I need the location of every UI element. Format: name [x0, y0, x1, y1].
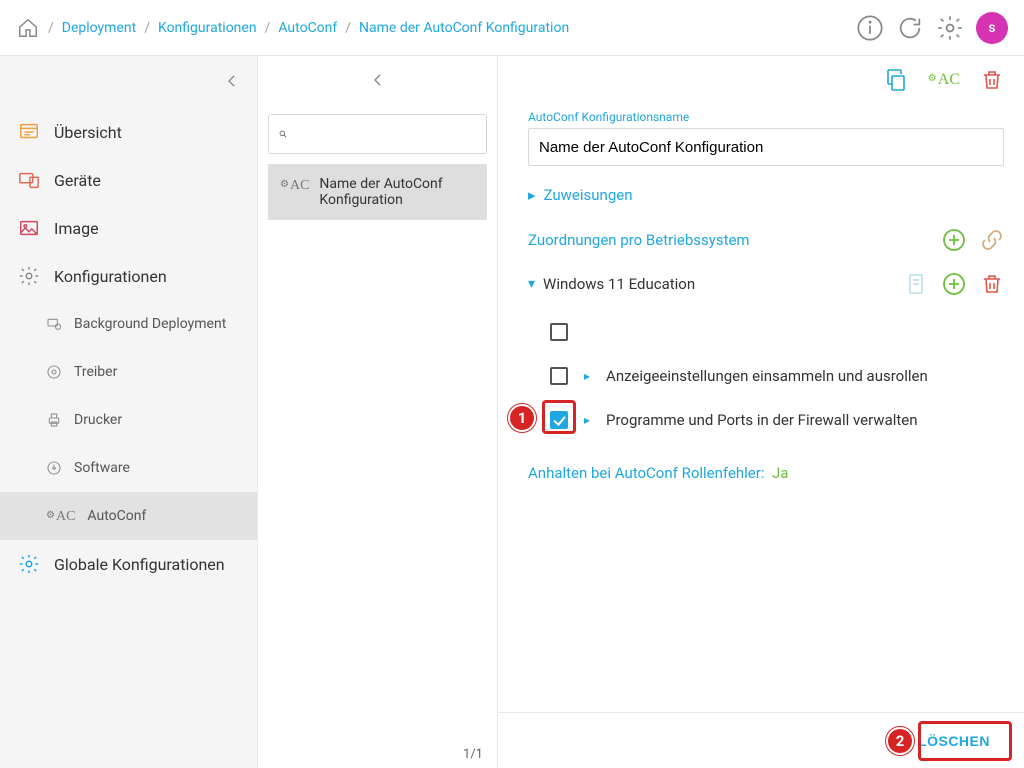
name-input[interactable]	[528, 128, 1004, 166]
halt-on-error-label: Anhalten bei AutoConf Rollenfehler:	[528, 464, 764, 482]
sidebar-collapse-icon[interactable]	[223, 72, 241, 94]
info-icon[interactable]	[856, 14, 884, 42]
sidebar-item-configurations[interactable]: Konfigurationen	[0, 252, 257, 300]
breadcrumb-sep: /	[265, 20, 271, 36]
callout-box-2	[918, 721, 1012, 761]
doc-icon[interactable]	[904, 272, 928, 296]
role-item: ▸ Anzeigeeinstellungen einsammeln und au…	[550, 354, 1004, 398]
sidebar-item-label: Image	[54, 219, 99, 238]
sidebar-sub-label: Background Deployment	[74, 316, 226, 332]
role-item: 1 ▸ Programme und Ports in der Firewall …	[550, 398, 1004, 442]
sidebar-item-label: Übersicht	[54, 123, 122, 142]
sidebar-sub-label: Treiber	[74, 364, 117, 380]
sidebar-item-devices[interactable]: Geräte	[0, 156, 257, 204]
chevron-right-icon[interactable]: ▸	[584, 413, 590, 427]
os-collapse-icon[interactable]: ▾	[528, 276, 535, 292]
sidebar-sub-drivers[interactable]: Treiber	[0, 348, 257, 396]
breadcrumb-deployment[interactable]: Deployment	[62, 20, 136, 36]
per-os-heading[interactable]: Zuordnungen pro Betriebssystem	[528, 231, 942, 249]
role-item-label: Programme und Ports in der Firewall verw…	[606, 411, 918, 429]
copy-icon[interactable]	[884, 68, 908, 92]
new-autoconf-icon[interactable]: AC	[928, 71, 960, 89]
gear-icon[interactable]	[936, 14, 964, 42]
sidebar-sub-autoconf[interactable]: AC AutoConf	[0, 492, 257, 540]
breadcrumb-sep: /	[48, 20, 54, 36]
role-list: ▸ Anzeigeeinstellungen einsammeln und au…	[550, 310, 1004, 442]
halt-on-error-row: Anhalten bei AutoConf Rollenfehler: Ja	[528, 464, 1004, 482]
configurations-icon	[18, 265, 40, 287]
devices-icon	[18, 169, 40, 191]
breadcrumb: / Deployment / Konfigurationen / AutoCon…	[16, 16, 848, 40]
autoconf-icon: AC	[280, 178, 309, 194]
drivers-icon	[46, 364, 62, 380]
breadcrumb-autoconf[interactable]: AutoConf	[278, 20, 337, 36]
search-input[interactable]	[295, 126, 476, 142]
breadcrumb-configurations[interactable]: Konfigurationen	[158, 20, 257, 36]
refresh-icon[interactable]	[896, 14, 924, 42]
sidebar-sub-label: Software	[74, 460, 130, 476]
breadcrumb-sep: /	[345, 20, 351, 36]
search-icon	[279, 127, 287, 141]
breadcrumb-current[interactable]: Name der AutoConf Konfiguration	[359, 20, 569, 36]
sidebar-item-label: Geräte	[54, 171, 101, 190]
add-role-icon[interactable]	[942, 272, 966, 296]
sidebar-item-image[interactable]: Image	[0, 204, 257, 252]
chevron-right-icon: ▸	[528, 186, 536, 204]
callout-badge-1: 1	[508, 404, 536, 432]
topbar: / Deployment / Konfigurationen / AutoCon…	[0, 0, 1024, 56]
sidebar-sub-background-deployment[interactable]: Background Deployment	[0, 300, 257, 348]
sidebar-item-global-config[interactable]: Globale Konfigurationen	[0, 540, 257, 588]
autoconf-icon: AC	[46, 509, 75, 525]
topbar-actions: s	[856, 12, 1008, 44]
detail-toolbar: AC	[498, 56, 1024, 104]
image-icon	[18, 217, 40, 239]
breadcrumb-sep: /	[144, 20, 150, 36]
sidebar: Übersicht Geräte Image Konfigurationen B…	[0, 56, 258, 768]
list-column: AC Name der AutoConf Konfiguration 1/1	[258, 56, 498, 768]
software-icon	[46, 460, 62, 476]
role-checkbox[interactable]	[550, 367, 568, 385]
callout-badge-2: 2	[886, 727, 914, 755]
list-back-icon[interactable]	[258, 56, 497, 104]
callout-box-1	[542, 400, 576, 434]
sidebar-sub-label: AutoConf	[87, 508, 146, 524]
sidebar-sub-printers[interactable]: Drucker	[0, 396, 257, 444]
search-box[interactable]	[268, 114, 487, 154]
sidebar-sub-software[interactable]: Software	[0, 444, 257, 492]
detail-panel: AC AutoConf Konfigurationsname ▸ Zuweisu…	[498, 56, 1024, 768]
detail-footer: 2 LÖSCHEN	[498, 712, 1024, 768]
trash-icon[interactable]	[980, 68, 1004, 92]
sidebar-item-label: Globale Konfigurationen	[54, 555, 225, 574]
list-item-label: Name der AutoConf Konfiguration	[319, 176, 475, 208]
add-os-icon[interactable]	[942, 228, 966, 252]
delete-os-icon[interactable]	[980, 272, 1004, 296]
role-item-label: Anzeigeeinstellungen einsammeln und ausr…	[606, 367, 928, 385]
role-checkbox[interactable]	[550, 323, 568, 341]
pager: 1/1	[463, 747, 483, 762]
role-item	[550, 310, 1004, 354]
sidebar-item-label: Konfigurationen	[54, 267, 167, 286]
name-field-label: AutoConf Konfigurationsname	[528, 110, 1004, 124]
os-name: Windows 11 Education	[543, 275, 904, 293]
chevron-right-icon[interactable]: ▸	[584, 369, 590, 383]
halt-on-error-value: Ja	[772, 464, 788, 482]
overview-icon	[18, 121, 40, 143]
list-item[interactable]: AC Name der AutoConf Konfiguration	[268, 164, 487, 220]
assignments-toggle[interactable]: ▸ Zuweisungen	[528, 186, 1004, 204]
background-deployment-icon	[46, 316, 62, 332]
assignments-label: Zuweisungen	[544, 186, 633, 204]
sidebar-item-overview[interactable]: Übersicht	[0, 108, 257, 156]
global-config-icon	[18, 553, 40, 575]
home-icon[interactable]	[16, 16, 40, 40]
avatar[interactable]: s	[976, 12, 1008, 44]
sidebar-sub-label: Drucker	[74, 412, 122, 428]
unlink-icon[interactable]	[980, 228, 1004, 252]
printers-icon	[46, 412, 62, 428]
body: Übersicht Geräte Image Konfigurationen B…	[0, 56, 1024, 768]
